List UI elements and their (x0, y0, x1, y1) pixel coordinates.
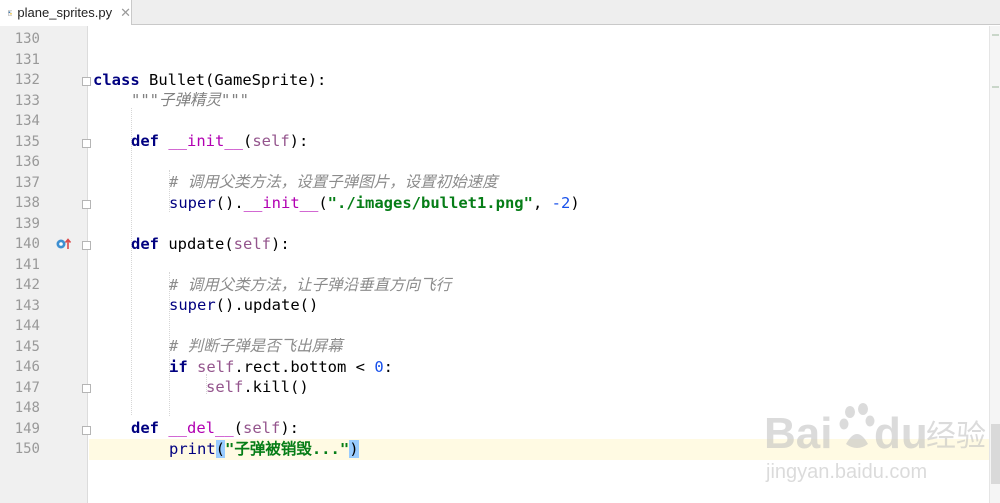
line-number: 145 (14, 338, 40, 355)
scroll-marker (992, 34, 999, 36)
editor-tab-bar: plane_sprites.py ✕ (0, 0, 1000, 25)
vertical-scrollbar[interactable] (989, 26, 1000, 503)
line-number: 144 (14, 318, 40, 334)
code-line-143: super().update() (169, 296, 319, 314)
code-line-138: super().__init__("./images/bullet1.png",… (169, 194, 580, 212)
line-number: 135 (14, 133, 40, 150)
line-number: 131 (14, 51, 40, 68)
code-line-147: self.kill() (206, 378, 309, 396)
line-number: 142 (14, 277, 40, 293)
code-line-149: def __del__(self): (131, 419, 300, 437)
editor-gutter: 130 131 132 133 134 135 136 137 138 139 140 141 142 1… (0, 26, 111, 503)
line-number: 149 (14, 420, 40, 437)
code-line-140: def update(self): (131, 235, 290, 253)
scroll-thumb[interactable] (991, 424, 1000, 484)
python-file-icon (8, 9, 13, 16)
line-number: 150 (14, 441, 40, 457)
override-method-icon[interactable] (55, 237, 73, 251)
line-number: 138 (14, 195, 40, 211)
line-number: 136 (14, 154, 40, 170)
code-line-150-current: print("子弹被销毁...") (89, 439, 989, 460)
close-icon[interactable]: ✕ (120, 5, 131, 21)
line-number: 130 (14, 31, 40, 47)
code-line-133: """子弹精灵""" (131, 91, 249, 109)
line-number: 146 (14, 359, 40, 375)
line-number: 140 (14, 236, 40, 252)
code-line-146: if self.rect.bottom < 0: (169, 358, 394, 376)
line-number: 137 (14, 174, 40, 191)
code-line-135: def __init__(self): (131, 132, 309, 150)
matched-paren: ) (349, 440, 359, 458)
code-line-137: # 调用父类方法，设置子弹图片，设置初始速度 (169, 173, 498, 191)
code-line-132: class Bullet(GameSprite): (93, 71, 327, 89)
line-number: 134 (14, 113, 40, 129)
line-number: 139 (14, 215, 40, 232)
code-line-142: # 调用父类方法，让子弹沿垂直方向飞行 (169, 276, 452, 294)
tab-plane-sprites[interactable]: plane_sprites.py ✕ (0, 0, 132, 25)
tab-filename: plane_sprites.py (17, 5, 113, 20)
code-editor[interactable]: class Bullet(GameSprite): """子弹精灵""" def… (89, 26, 989, 503)
line-number: 148 (14, 400, 40, 416)
line-number: 133 (14, 92, 40, 109)
scroll-marker (992, 86, 999, 88)
line-number: 141 (14, 256, 40, 273)
line-number: 147 (14, 379, 40, 396)
line-number: 143 (14, 297, 40, 314)
code-line-145: # 判断子弹是否飞出屏幕 (169, 337, 343, 355)
matched-paren: ( (215, 440, 226, 458)
line-number: 132 (14, 72, 40, 88)
